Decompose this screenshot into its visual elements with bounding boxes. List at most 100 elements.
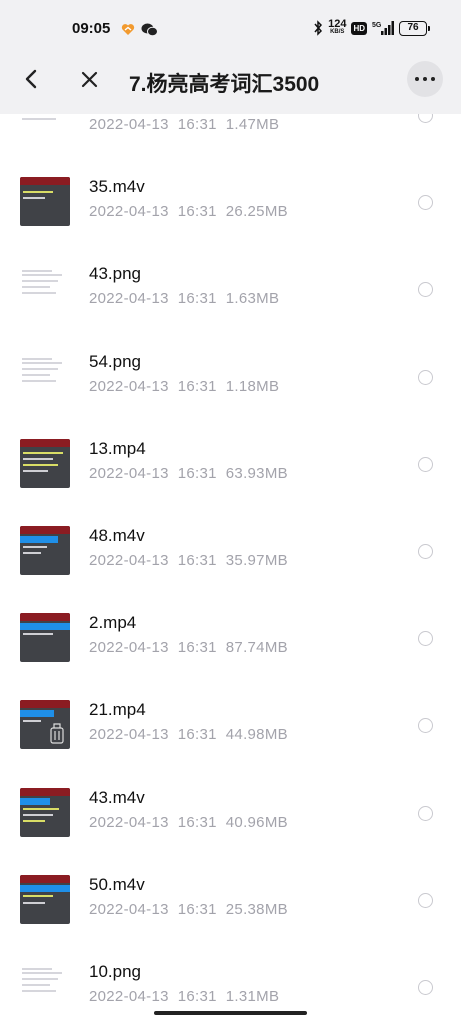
select-radio[interactable] <box>418 631 433 647</box>
file-size: 87.74MB <box>225 639 288 657</box>
hd-badge: HD <box>351 21 367 35</box>
select-radio[interactable] <box>418 544 433 559</box>
file-row[interactable]: 43.png 2022-04-13 16:31 1.63MB <box>0 245 461 332</box>
file-row[interactable]: 50.m4v 2022-04-13 16:31 25.38MB <box>0 856 461 943</box>
status-time: 09:05 <box>72 20 111 37</box>
file-date: 2022-04-13 <box>89 552 169 569</box>
file-row[interactable]: 43.m4v 2022-04-13 16:31 40.96MB <box>0 769 461 856</box>
file-size: 1.18MB <box>225 377 280 395</box>
file-time: 16:31 <box>177 377 217 395</box>
file-date: 2022-04-13 <box>89 203 169 221</box>
file-date: 2022-04-13 <box>89 639 169 657</box>
file-time: 16:31 <box>177 552 217 569</box>
home-indicator[interactable] <box>154 1011 307 1015</box>
file-meta: 2022-04-13 16:31 35.97MB <box>89 552 297 569</box>
more-horizontal-icon <box>415 77 419 81</box>
file-time: 16:31 <box>177 290 217 308</box>
close-icon[interactable] <box>80 70 99 89</box>
file-size: 40.96MB <box>225 813 288 831</box>
file-date: 2022-04-13 <box>89 988 169 1004</box>
network-type: 5G <box>372 22 382 29</box>
file-name: 43.m4v <box>89 787 145 807</box>
file-time: 16:31 <box>177 813 217 831</box>
file-date: 2022-04-13 <box>89 464 169 482</box>
video-thumbnail <box>20 874 70 924</box>
file-size: 63.93MB <box>225 464 288 482</box>
file-name: 21.mp4 <box>89 700 146 720</box>
file-time: 16:31 <box>177 464 217 482</box>
video-thumbnail <box>20 438 70 488</box>
file-time: 16:31 <box>177 900 217 918</box>
file-name: 48.m4v <box>89 526 145 545</box>
select-radio[interactable] <box>418 369 433 385</box>
file-row[interactable]: 54.png 2022-04-13 16:31 1.18MB <box>0 333 461 420</box>
file-meta: 2022-04-13 16:31 26.25MB <box>89 203 297 220</box>
video-thumbnail <box>20 526 70 575</box>
file-date: 2022-04-13 <box>89 900 169 918</box>
select-radio[interactable] <box>418 282 433 298</box>
video-thumbnail <box>20 177 70 227</box>
file-name: 54.png <box>89 351 141 371</box>
status-bar: 09:05 124 KB/S HD 5G 76 <box>0 0 461 46</box>
file-name: 35.m4v <box>89 177 145 197</box>
file-row[interactable]: 13.mp4 2022-04-13 16:31 63.93MB <box>0 420 461 507</box>
status-indicators: 124 KB/S HD 5G 76 <box>313 18 430 36</box>
file-name: 50.m4v <box>89 874 145 894</box>
select-radio[interactable] <box>418 892 433 908</box>
image-thumbnail <box>20 264 70 314</box>
file-meta: 2022-04-13 16:31 63.93MB <box>89 465 297 482</box>
file-meta: 2022-04-13 16:31 1.18MB <box>89 378 288 395</box>
file-meta: 2022-04-13 16:31 1.31MB <box>89 988 288 1004</box>
file-size: 44.98MB <box>225 726 288 744</box>
network-speed: 124 KB/S <box>328 18 347 36</box>
file-date: 2022-04-13 <box>89 116 169 133</box>
select-radio[interactable] <box>418 980 433 995</box>
image-thumbnail <box>20 114 70 139</box>
file-size: 25.38MB <box>225 900 288 918</box>
select-radio[interactable] <box>418 456 433 472</box>
network-speed-unit: KB/S <box>330 29 345 35</box>
file-list[interactable]: 2022-04-13 16:31 1.47MB 35.m4v 2022-04-13 16:… <box>0 114 461 1004</box>
file-meta: 2022-04-13 16:31 1.63MB <box>89 290 288 307</box>
image-thumbnail <box>20 351 70 401</box>
select-radio[interactable] <box>418 805 433 821</box>
file-meta: 2022-04-13 16:31 44.98MB <box>89 726 297 743</box>
file-name: 10.png <box>89 962 141 981</box>
chevron-left-icon[interactable] <box>22 68 40 90</box>
file-size: 1.63MB <box>225 290 280 308</box>
file-row[interactable]: 2.mp4 2022-04-13 16:31 87.74MB <box>0 594 461 681</box>
file-time: 16:31 <box>177 203 217 221</box>
file-time: 16:31 <box>177 639 217 657</box>
image-thumbnail <box>20 962 70 1004</box>
video-thumbnail <box>20 787 70 837</box>
file-size: 1.47MB <box>225 116 280 133</box>
file-date: 2022-04-13 <box>89 813 169 831</box>
file-meta: 2022-04-13 16:31 87.74MB <box>89 639 297 656</box>
network-speed-value: 124 <box>328 18 347 30</box>
file-meta: 2022-04-13 16:31 40.96MB <box>89 814 297 831</box>
file-name: 43.png <box>89 264 141 284</box>
select-radio[interactable] <box>418 195 433 211</box>
file-time: 16:31 <box>177 988 217 1004</box>
select-radio[interactable] <box>418 718 433 734</box>
file-row[interactable]: 21.mp4 2022-04-13 16:31 44.98MB <box>0 681 461 768</box>
page-title: 7.杨亮高考词汇3500 <box>129 73 320 96</box>
file-row[interactable]: 48.m4v 2022-04-13 16:31 35.97MB <box>0 507 461 594</box>
luggage-icon <box>50 723 64 744</box>
file-meta: 2022-04-13 16:31 1.47MB <box>89 116 288 133</box>
file-time: 16:31 <box>177 726 217 744</box>
bluetooth-icon <box>314 20 323 36</box>
file-row[interactable]: 2022-04-13 16:31 1.47MB <box>0 114 461 158</box>
signal-icon: 5G <box>372 21 394 35</box>
file-time: 16:31 <box>177 116 217 133</box>
file-row[interactable]: 35.m4v 2022-04-13 16:31 26.25MB <box>0 158 461 245</box>
file-size: 1.31MB <box>225 988 280 1004</box>
video-thumbnail <box>20 700 70 750</box>
select-radio[interactable] <box>418 114 433 123</box>
file-name: 2.mp4 <box>89 613 137 633</box>
heart-app-icon <box>121 24 135 35</box>
file-row[interactable]: 10.png 2022-04-13 16:31 1.31MB <box>0 943 461 1004</box>
file-date: 2022-04-13 <box>89 726 169 744</box>
file-date: 2022-04-13 <box>89 290 169 308</box>
more-button[interactable] <box>407 61 443 97</box>
